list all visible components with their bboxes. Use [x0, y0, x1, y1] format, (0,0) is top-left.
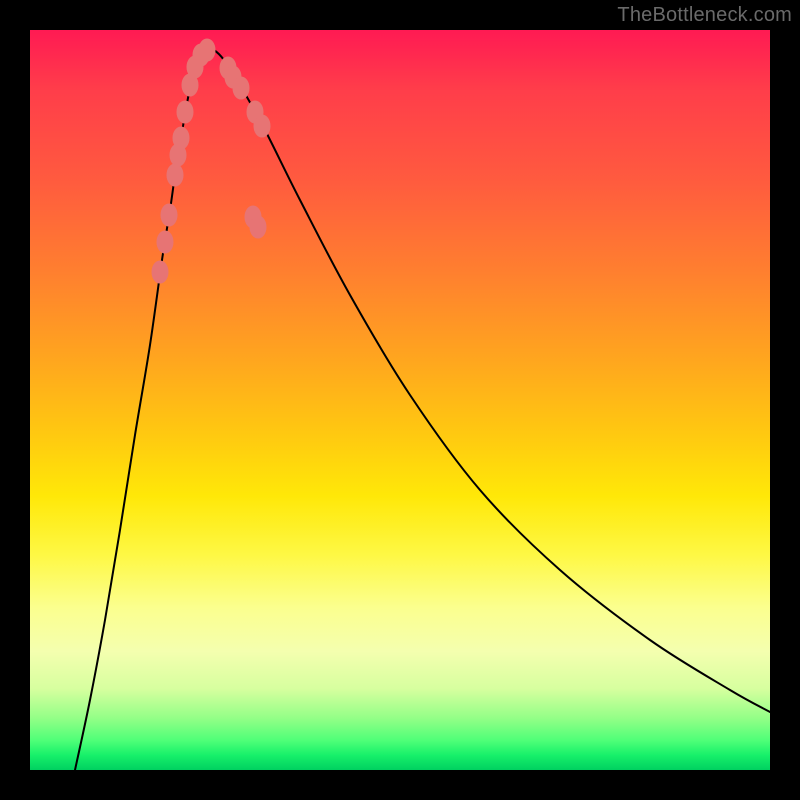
- curve-marker: [152, 261, 168, 283]
- curve-marker: [157, 231, 173, 253]
- curve-marker: [173, 127, 189, 149]
- curve-marker: [199, 39, 215, 61]
- watermark-text: TheBottleneck.com: [617, 4, 792, 27]
- curve-marker: [167, 164, 183, 186]
- curve-marker: [177, 101, 193, 123]
- curve-marker: [233, 77, 249, 99]
- plot-area: [30, 30, 770, 770]
- curve-svg: [30, 30, 770, 770]
- chart-frame: TheBottleneck.com: [0, 0, 800, 800]
- marker-dots: [152, 39, 270, 283]
- curve-marker: [250, 216, 266, 238]
- curve-marker: [254, 115, 270, 137]
- curve-marker: [161, 204, 177, 226]
